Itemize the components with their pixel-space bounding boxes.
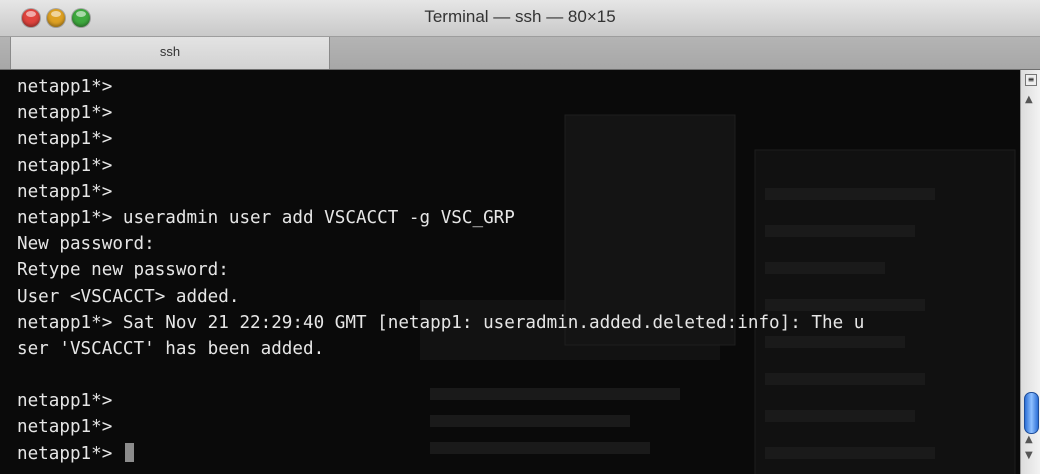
terminal-line: netapp1*>: [17, 155, 113, 176]
scroll-thumb[interactable]: [1024, 392, 1039, 434]
vertical-scrollbar[interactable]: ≡ ▲ ▲ ▼: [1020, 70, 1040, 474]
terminal-line: Retype new password:: [17, 260, 229, 281]
terminal-line: netapp1*>: [17, 129, 113, 150]
terminal-window: Terminal — ssh — 80×15 ssh netapp1*> net…: [0, 0, 1040, 474]
terminal-line: netapp1*>: [17, 181, 113, 202]
scroll-down-arrow-icon[interactable]: ▼: [1025, 450, 1033, 461]
terminal-line: netapp1*>: [17, 77, 113, 97]
prompt-text: netapp1*>: [17, 443, 123, 464]
prompt-line: netapp1*>: [17, 441, 1020, 467]
terminal-line: netapp1*> useradmin user add VSCACCT -g …: [17, 207, 515, 228]
scroll-up-arrow-icon[interactable]: ▲: [1025, 94, 1033, 105]
title-bar[interactable]: Terminal — ssh — 80×15: [0, 0, 1040, 37]
tab-ssh[interactable]: ssh: [10, 37, 330, 69]
split-pane-icon[interactable]: ≡: [1025, 74, 1037, 86]
terminal-lines: netapp1*> netapp1*> netapp1*> netapp1*> …: [17, 74, 1020, 467]
terminal-line: User <VSCACCT> added.: [17, 286, 240, 307]
terminal-line: netapp1*>: [17, 391, 113, 412]
scroll-up-arrow-icon[interactable]: ▲: [1025, 434, 1033, 445]
terminal-line: netapp1*>: [17, 417, 113, 438]
terminal-output[interactable]: netapp1*> netapp1*> netapp1*> netapp1*> …: [0, 70, 1020, 474]
terminal-line: netapp1*>: [17, 103, 113, 124]
tab-bar: ssh: [0, 37, 1040, 70]
text-cursor: [124, 442, 134, 462]
terminal-line: New password:: [17, 234, 155, 255]
window-title: Terminal — ssh — 80×15: [424, 7, 616, 26]
terminal-line: ser 'VSCACCT' has been added.: [17, 338, 325, 359]
terminal-line: netapp1*> Sat Nov 21 22:29:40 GMT [netap…: [17, 312, 865, 333]
